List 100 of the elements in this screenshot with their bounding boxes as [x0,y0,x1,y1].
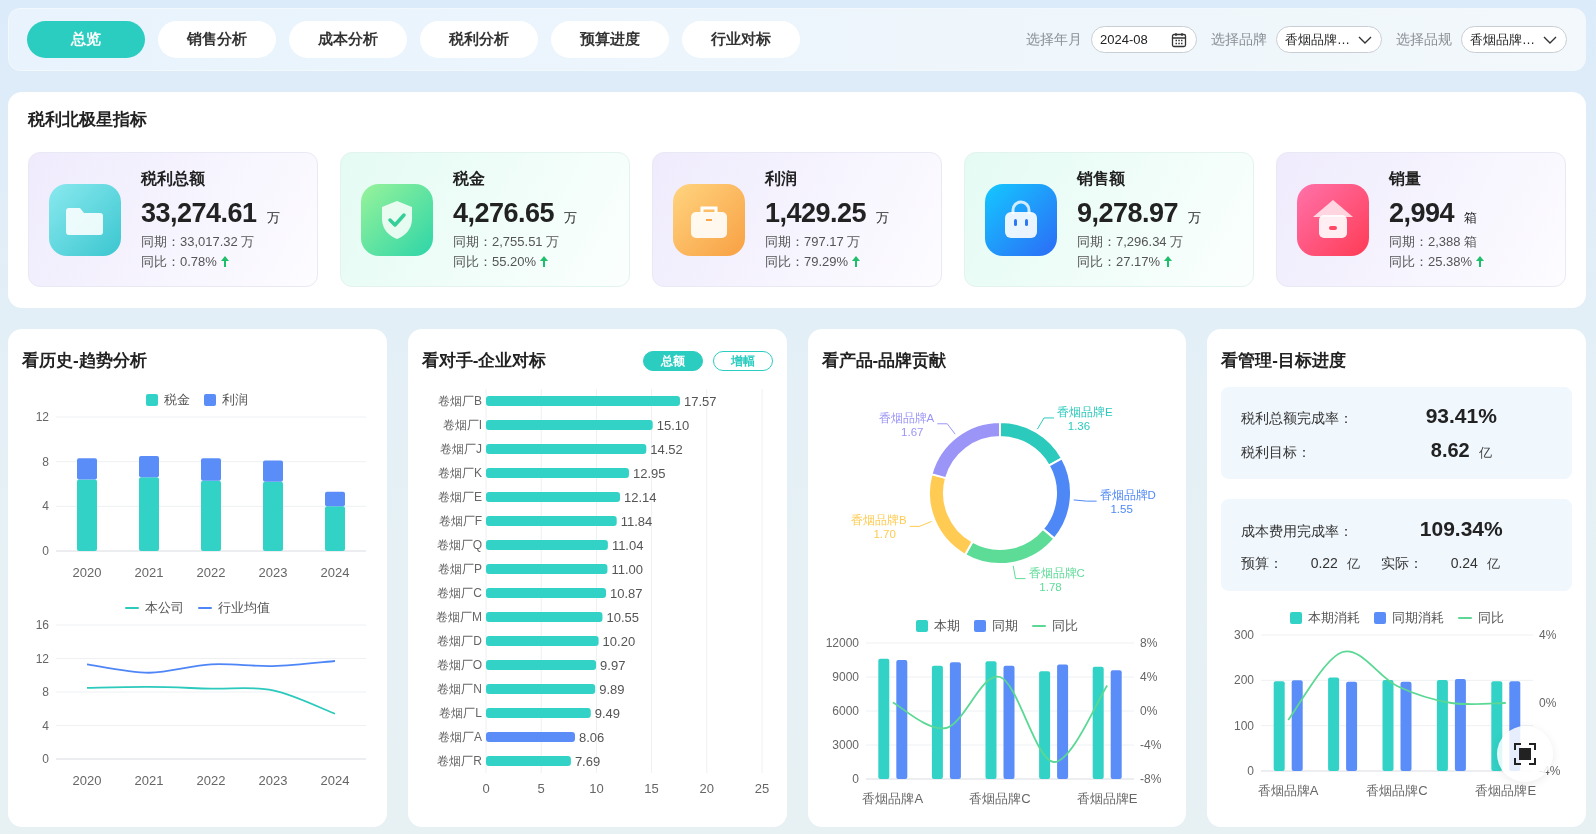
nav-tab[interactable]: 销售分析 [158,21,276,58]
unit-label: 亿 [1486,555,1500,571]
axis-label: 8 [42,454,49,469]
bag-icon [985,183,1057,256]
panel-title: 看对手-企业对标 [421,350,547,372]
axis-label: 3000 [831,738,859,752]
kpi-title: 税金 [453,168,486,189]
axis-label: 2024 [320,565,350,580]
unit-label: 万 [1188,208,1202,227]
data-label: 8.06 [578,730,605,745]
leader-line [936,423,956,435]
data-label: 香烟品牌C [1028,566,1085,579]
unit-label: 箱 [1464,208,1478,227]
axis-label: 香烟品牌E [1475,783,1537,798]
axis-label: 0 [42,752,49,766]
axis-label: 10 [588,781,604,796]
axis-label: 2020 [72,773,102,788]
metric-label: 成本费用完成率： [1241,523,1355,542]
category-label: 卷烟厂R [437,754,482,768]
legend-label: 利润 [222,391,249,409]
change-text: 同比：25.38% [1389,252,1473,271]
category-label: 卷烟厂D [437,634,482,648]
nav-tab[interactable]: 税利分析 [420,21,538,58]
unit-label: 万 [876,208,890,227]
filter-label: 选择品规 [1396,30,1452,49]
nav-tab[interactable]: 成本分析 [289,21,407,58]
legend-label: 同期 [991,617,1018,635]
axis-label: 香烟品牌A [1258,783,1319,798]
category-label: 卷烟厂E [437,490,482,504]
previous-period-text: 同期：2,388 箱 [1389,232,1479,251]
unit-label: 亿 [1346,555,1360,571]
axis-label: 4% [1539,628,1557,642]
axis-label: 8% [1139,636,1157,650]
select-field[interactable]: 香烟品牌… [1276,26,1382,53]
axis-label: 12 [35,651,49,666]
briefcase-icon [673,183,745,256]
axis-label: 2021 [134,773,164,788]
axis-label: -4% [1539,764,1561,778]
data-label: 15.10 [656,418,689,433]
previous-period-text: 同期：33,017.32 万 [141,232,256,251]
nav-tab[interactable]: 行业对标 [682,21,800,58]
folder-icon [49,183,121,256]
data-label: 香烟品牌E [1056,405,1113,418]
axis-label: 0 [482,781,490,796]
metric-value: 93.41% [1425,404,1497,428]
previous-period-text: 同期：7,296.34 万 [1077,232,1185,251]
house-icon [1297,183,1369,256]
unit-label: 万 [266,208,280,227]
date-field[interactable]: 2024-08 [1091,26,1197,53]
kpi-value: 4,276.65 [453,196,555,230]
axis-label: 15 [644,781,659,796]
category-label: 卷烟厂I [442,418,482,432]
change-text: 同比：27.17% [1077,252,1161,271]
data-label: 香烟品牌A [878,411,934,424]
axis-label: 20 [699,781,714,796]
data-label: 1.78 [1038,580,1062,593]
data-label: 11.84 [620,514,653,529]
category-label: 卷烟厂B [437,394,482,408]
category-label: 卷烟厂C [437,586,482,600]
legend-label: 行业均值 [217,599,270,617]
fullscreen-icon [1513,742,1537,766]
metric-label: 实际： [1381,554,1425,573]
data-label: 1.67 [900,425,923,438]
calendar-icon [1171,31,1187,48]
shield-check-icon [361,183,433,256]
nav-tab[interactable]: 预算进度 [551,21,669,58]
axis-label: 香烟品牌E [1076,791,1138,806]
change-text: 同比：55.20% [453,252,537,271]
metric-label: 税利目标： [1241,443,1313,462]
select-field[interactable]: 香烟品牌… [1461,26,1567,53]
data-label: 1.70 [872,528,896,541]
kpi-title: 税利总额 [141,168,206,189]
data-label: 12.95 [632,466,666,481]
category-label: 卷烟厂A [437,730,482,744]
axis-label: 4 [42,499,49,514]
axis-label: 香烟品牌C [968,791,1031,806]
metric-label: 税利总额完成率： [1241,410,1355,429]
category-label: 卷烟厂P [437,562,482,576]
axis-label: 2020 [72,565,102,580]
unit-label: 亿 [1478,444,1492,460]
metric-value: 8.62 [1430,438,1470,461]
axis-label: 0 [851,772,859,786]
axis-label: 100 [1234,718,1255,733]
previous-period-text: 同期：2,755.51 万 [453,232,561,251]
axis-label: 8 [42,685,49,699]
category-label: 卷烟厂O [436,658,482,672]
axis-label: 6000 [831,704,859,718]
metric-label: 预算： [1241,554,1285,573]
axis-label: 16 [35,618,49,632]
metric-value: 0.24 [1450,554,1478,571]
axis-label: 2023 [258,565,288,580]
category-label: 卷烟厂Q [436,538,482,552]
data-label: 10.20 [602,634,635,649]
axis-label: 9000 [831,670,859,684]
legend-label: 同期消耗 [1391,609,1444,627]
chevron-down-icon [1543,34,1557,45]
change-text: 同比：79.29% [765,252,849,271]
axis-label: 12000 [825,636,859,650]
data-label: 1.36 [1067,419,1090,432]
leader-line [1012,565,1026,580]
